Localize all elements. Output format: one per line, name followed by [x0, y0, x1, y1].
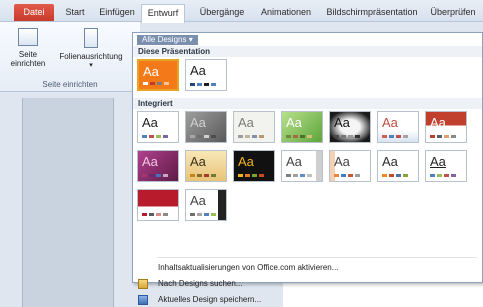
cmd-save-design[interactable]: Aktuelles Design speichern... — [133, 294, 482, 306]
theme-color-swatches — [142, 213, 168, 216]
theme-builtin-3[interactable]: Aa — [233, 111, 275, 143]
tab-uebergaenge[interactable]: Übergänge — [195, 4, 249, 22]
theme-sample-text: Aa — [190, 154, 206, 169]
page-setup-icon — [18, 28, 38, 46]
theme-sample-text: Aa — [334, 154, 350, 169]
theme-sample-text: Aa — [143, 64, 159, 79]
group-label: Seite einrichten — [42, 80, 98, 89]
theme-color-swatches — [430, 174, 456, 177]
theme-sample-text: Aa — [142, 115, 158, 130]
chevron-down-icon: ▾ — [89, 62, 93, 69]
ribbon-tab-bar: Datei Start Einfügen Entwurf Übergänge A… — [0, 0, 483, 23]
theme-builtin-11[interactable]: Aa — [281, 150, 323, 182]
theme-builtin-2[interactable]: Aa — [185, 111, 227, 143]
theme-builtin-9[interactable]: Aa — [185, 150, 227, 182]
theme-sample-text: Aa — [190, 63, 206, 78]
theme-sample-text: Aa — [142, 154, 158, 169]
theme-color-swatches — [286, 135, 312, 138]
theme-color-swatches — [382, 135, 408, 138]
cmd-save-design-label: Aktuelles Design speichern... — [158, 295, 262, 304]
theme-color-swatches — [334, 135, 360, 138]
orientation-icon — [84, 28, 98, 48]
theme-builtin-6[interactable]: Aa — [377, 111, 419, 143]
theme-builtin-12[interactable]: Aa — [329, 150, 371, 182]
slide-orientation-button[interactable]: Folienausrichtung ▾ — [56, 28, 126, 70]
theme-builtin-15[interactable] — [137, 189, 179, 221]
theme-color-swatches — [142, 135, 168, 138]
theme-color-swatches — [190, 135, 216, 138]
tab-start[interactable]: Start — [58, 4, 92, 22]
all-designs-dropdown[interactable]: Alle Designs ▾ — [137, 35, 198, 45]
cmd-enable-office-updates[interactable]: Inhaltsaktualisierungen von Office.com a… — [133, 262, 482, 274]
section-this-presentation: Diese Präsentation — [133, 46, 482, 57]
folder-icon — [138, 279, 148, 289]
slide-orientation-label: Folienausrichtung — [59, 52, 123, 61]
tab-datei[interactable]: Datei — [14, 4, 54, 21]
ribbon-group-page-setup: Seite einrichten Folienausrichtung ▾ Sei… — [0, 22, 140, 92]
tab-animationen[interactable]: Animationen — [256, 4, 316, 22]
theme-current[interactable]: Aa — [137, 59, 179, 91]
theme-builtin-16[interactable]: Aa — [185, 189, 227, 221]
theme-color-swatches — [190, 213, 216, 216]
cmd-browse-designs[interactable]: Nach Designs suchen... — [133, 278, 482, 290]
theme-sample-text: Aa — [286, 154, 302, 169]
theme-sample-text: Aa — [286, 115, 302, 130]
theme-sample-text: Aa — [382, 154, 398, 169]
theme-sample-text: Aa — [190, 115, 206, 130]
theme-builtin-7[interactable]: Aa — [425, 111, 467, 143]
theme-sample-text: Aa — [190, 193, 206, 208]
save-icon — [138, 295, 148, 305]
theme-builtin-10[interactable]: Aa — [233, 150, 275, 182]
tab-einfuegen[interactable]: Einfügen — [96, 4, 138, 22]
theme-sample-text: Aa — [238, 115, 254, 130]
tab-bildschirmpraesentation[interactable]: Bildschirmpräsentation — [322, 4, 422, 22]
theme-color-swatches — [190, 174, 216, 177]
theme-color-swatches — [334, 174, 360, 177]
theme-sample-text: Aa — [334, 115, 350, 130]
theme-color-swatches — [142, 174, 168, 177]
theme-color-swatches — [190, 83, 216, 86]
divider — [157, 257, 477, 258]
theme-color-swatches — [382, 174, 408, 177]
theme-color-swatches — [286, 174, 312, 177]
theme-color-swatches — [238, 174, 264, 177]
cmd-browse-designs-label: Nach Designs suchen... — [158, 279, 243, 288]
theme-builtin-5[interactable]: Aa — [329, 111, 371, 143]
cmd-enable-office-updates-label: Inhaltsaktualisierungen von Office.com a… — [158, 263, 339, 272]
theme-builtin-8[interactable]: Aa — [137, 150, 179, 182]
slide-thumbnail-area[interactable] — [22, 98, 114, 307]
theme-color-swatches — [143, 82, 169, 85]
theme-builtin-4[interactable]: Aa — [281, 111, 323, 143]
theme-color-swatches — [430, 135, 456, 138]
tab-entwurf[interactable]: Entwurf — [141, 4, 185, 23]
theme-sample-text: Aa — [382, 115, 398, 130]
theme-sample-text: Aa — [238, 154, 254, 169]
slide-pane — [0, 92, 132, 307]
theme-office[interactable]: Aa — [185, 59, 227, 91]
theme-builtin-1[interactable]: Aa — [137, 111, 179, 143]
page-setup-label: Seite einrichten — [10, 50, 46, 68]
theme-builtin-13[interactable]: Aa — [377, 150, 419, 182]
theme-sample-text: Aa — [430, 115, 446, 130]
section-builtin: Integriert — [133, 98, 482, 109]
theme-builtin-14[interactable]: Aa — [425, 150, 467, 182]
tab-ueberpruefen[interactable]: Überprüfen — [426, 4, 480, 22]
page-setup-button[interactable]: Seite einrichten — [8, 28, 48, 68]
theme-sample-text: Aa — [430, 154, 446, 169]
design-gallery: Alle Designs ▾ Diese Präsentation Aa Aa … — [132, 32, 483, 305]
theme-color-swatches — [238, 135, 264, 138]
